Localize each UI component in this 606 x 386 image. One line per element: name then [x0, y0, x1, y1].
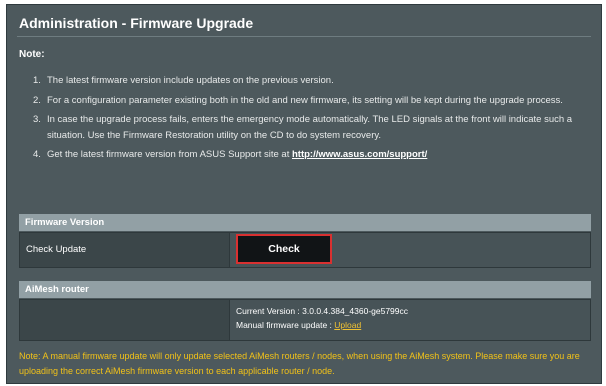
- note-item: 2. For a configuration parameter existin…: [33, 93, 589, 109]
- title-divider: [17, 36, 591, 37]
- note-number: 2.: [33, 94, 41, 106]
- manual-update-line: Manual firmware update : Upload: [236, 318, 408, 332]
- aimesh-warning-note: Note: A manual firmware update will only…: [19, 351, 580, 376]
- aimesh-router-row: Current Version : 3.0.0.4.384_4360-ge579…: [19, 299, 591, 341]
- asus-support-link[interactable]: http://www.asus.com/support/: [292, 149, 427, 160]
- note-item: 3. In case the upgrade process fails, en…: [33, 112, 589, 143]
- note-item: 1. The latest firmware version include u…: [33, 73, 589, 89]
- page-title: Administration - Firmware Upgrade: [19, 15, 254, 31]
- note-text: The latest firmware version include upda…: [47, 75, 334, 86]
- aimesh-router-header: AiMesh router: [19, 281, 591, 298]
- check-update-row: Check Update Check: [19, 232, 591, 268]
- aimesh-info: Current Version : 3.0.0.4.384_4360-ge579…: [236, 304, 408, 332]
- upload-link[interactable]: Upload: [334, 320, 361, 330]
- note-number: 3.: [33, 114, 41, 126]
- firmware-version-header: Firmware Version: [19, 214, 591, 231]
- note-number: 1.: [33, 75, 41, 86]
- manual-update-label: Manual firmware update :: [236, 320, 335, 330]
- firmware-upgrade-panel: Administration - Firmware Upgrade Note: …: [6, 4, 602, 384]
- note-text: Get the latest firmware version from ASU…: [47, 149, 292, 161]
- current-version-text: Current Version : 3.0.0.4.384_4360-ge579…: [236, 306, 409, 316]
- note-label: Note:: [19, 49, 45, 60]
- check-button[interactable]: Check: [236, 234, 332, 264]
- note-item: 4. Get the latest firmware version from …: [33, 147, 589, 163]
- note-number: 4.: [33, 149, 41, 161]
- notes-list: 1. The latest firmware version include u…: [33, 73, 589, 167]
- note-text: For a configuration parameter existing b…: [47, 94, 563, 106]
- note-text: In case the upgrade process fails, enter…: [47, 114, 573, 141]
- check-update-label: Check Update: [20, 233, 230, 267]
- aimesh-row-label: [20, 300, 230, 340]
